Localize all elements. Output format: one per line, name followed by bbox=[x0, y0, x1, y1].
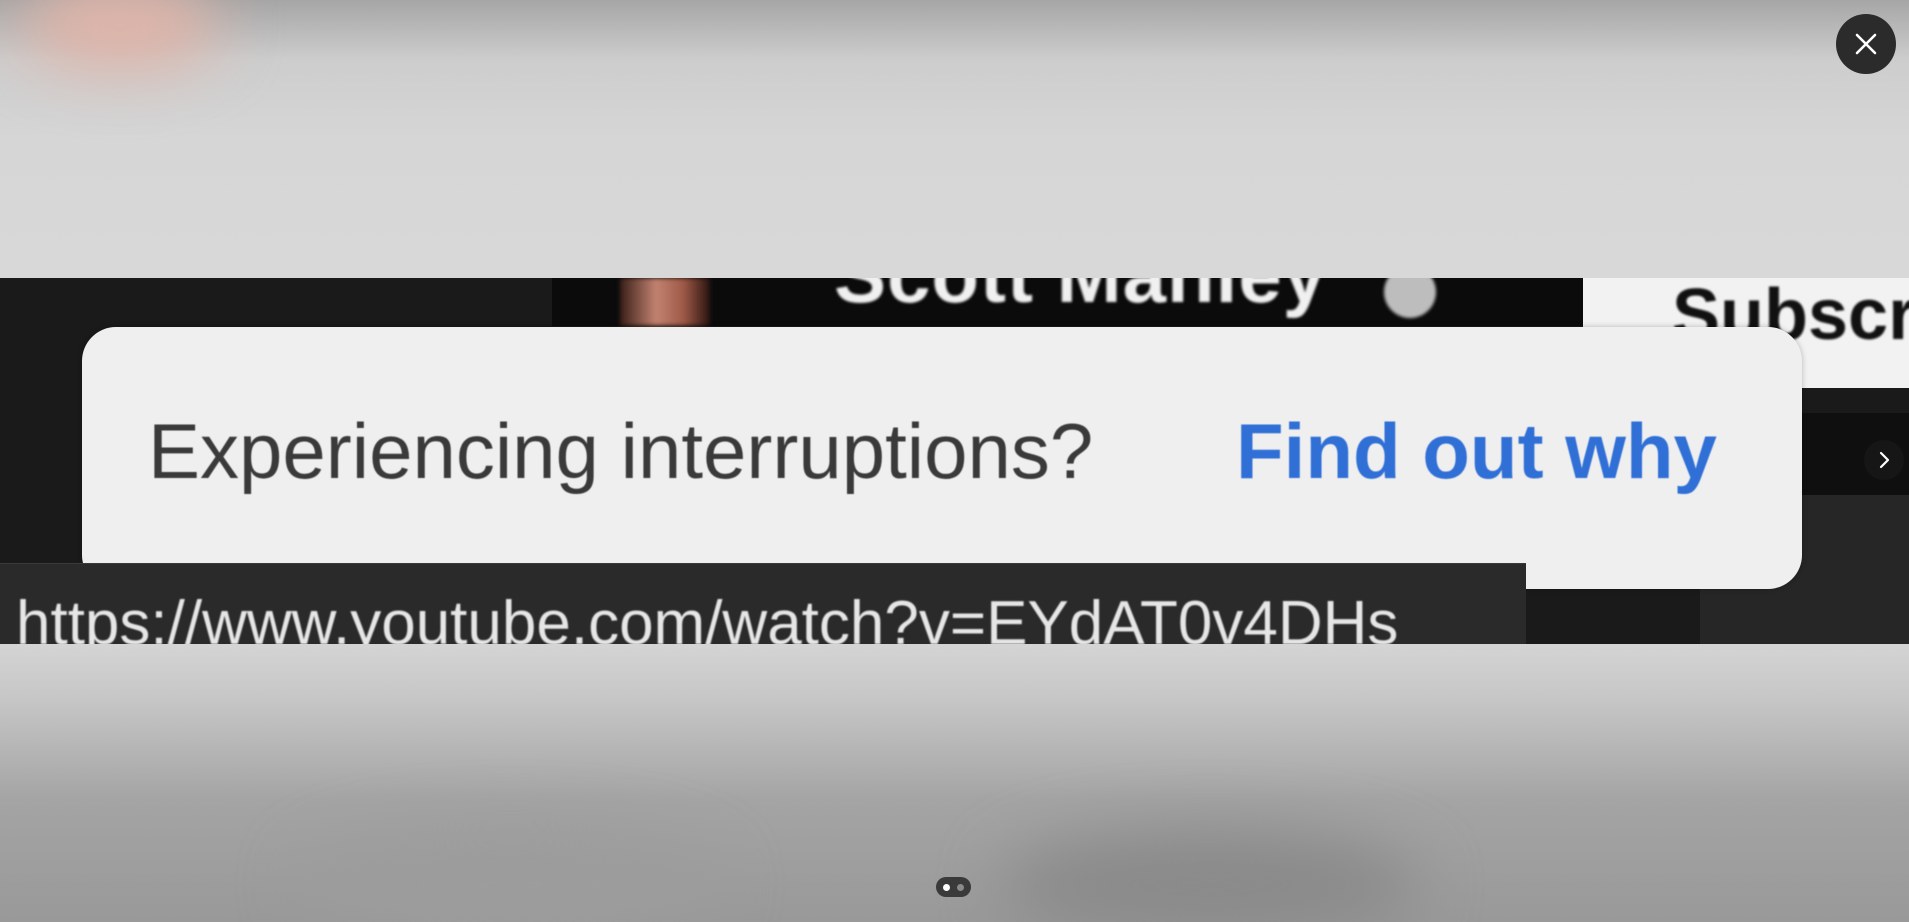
find-out-why-link: Find out why bbox=[1236, 407, 1717, 495]
notice-text: Experiencing interruptions? bbox=[148, 407, 1094, 495]
shared-screenshot-image: Scott Manley Subscr Experiencing interru… bbox=[0, 278, 1909, 644]
url-text: https://www.youtube.com/watch?v=EYdAT0v4… bbox=[16, 589, 1399, 644]
next-image-button[interactable] bbox=[1864, 440, 1904, 480]
channel-avatar bbox=[620, 278, 710, 326]
backdrop-blur-blob bbox=[300, 830, 720, 922]
pager-dot-1[interactable] bbox=[943, 883, 950, 891]
chevron-right-icon bbox=[1879, 451, 1890, 469]
channel-name: Scott Manley bbox=[834, 278, 1327, 321]
close-button[interactable] bbox=[1836, 14, 1896, 74]
backdrop-blur-blob bbox=[20, 0, 220, 70]
backdrop-blur-blob bbox=[1000, 830, 1420, 922]
pager-dot-2[interactable] bbox=[957, 883, 964, 891]
close-icon bbox=[1855, 33, 1877, 55]
image-pager bbox=[936, 877, 971, 897]
